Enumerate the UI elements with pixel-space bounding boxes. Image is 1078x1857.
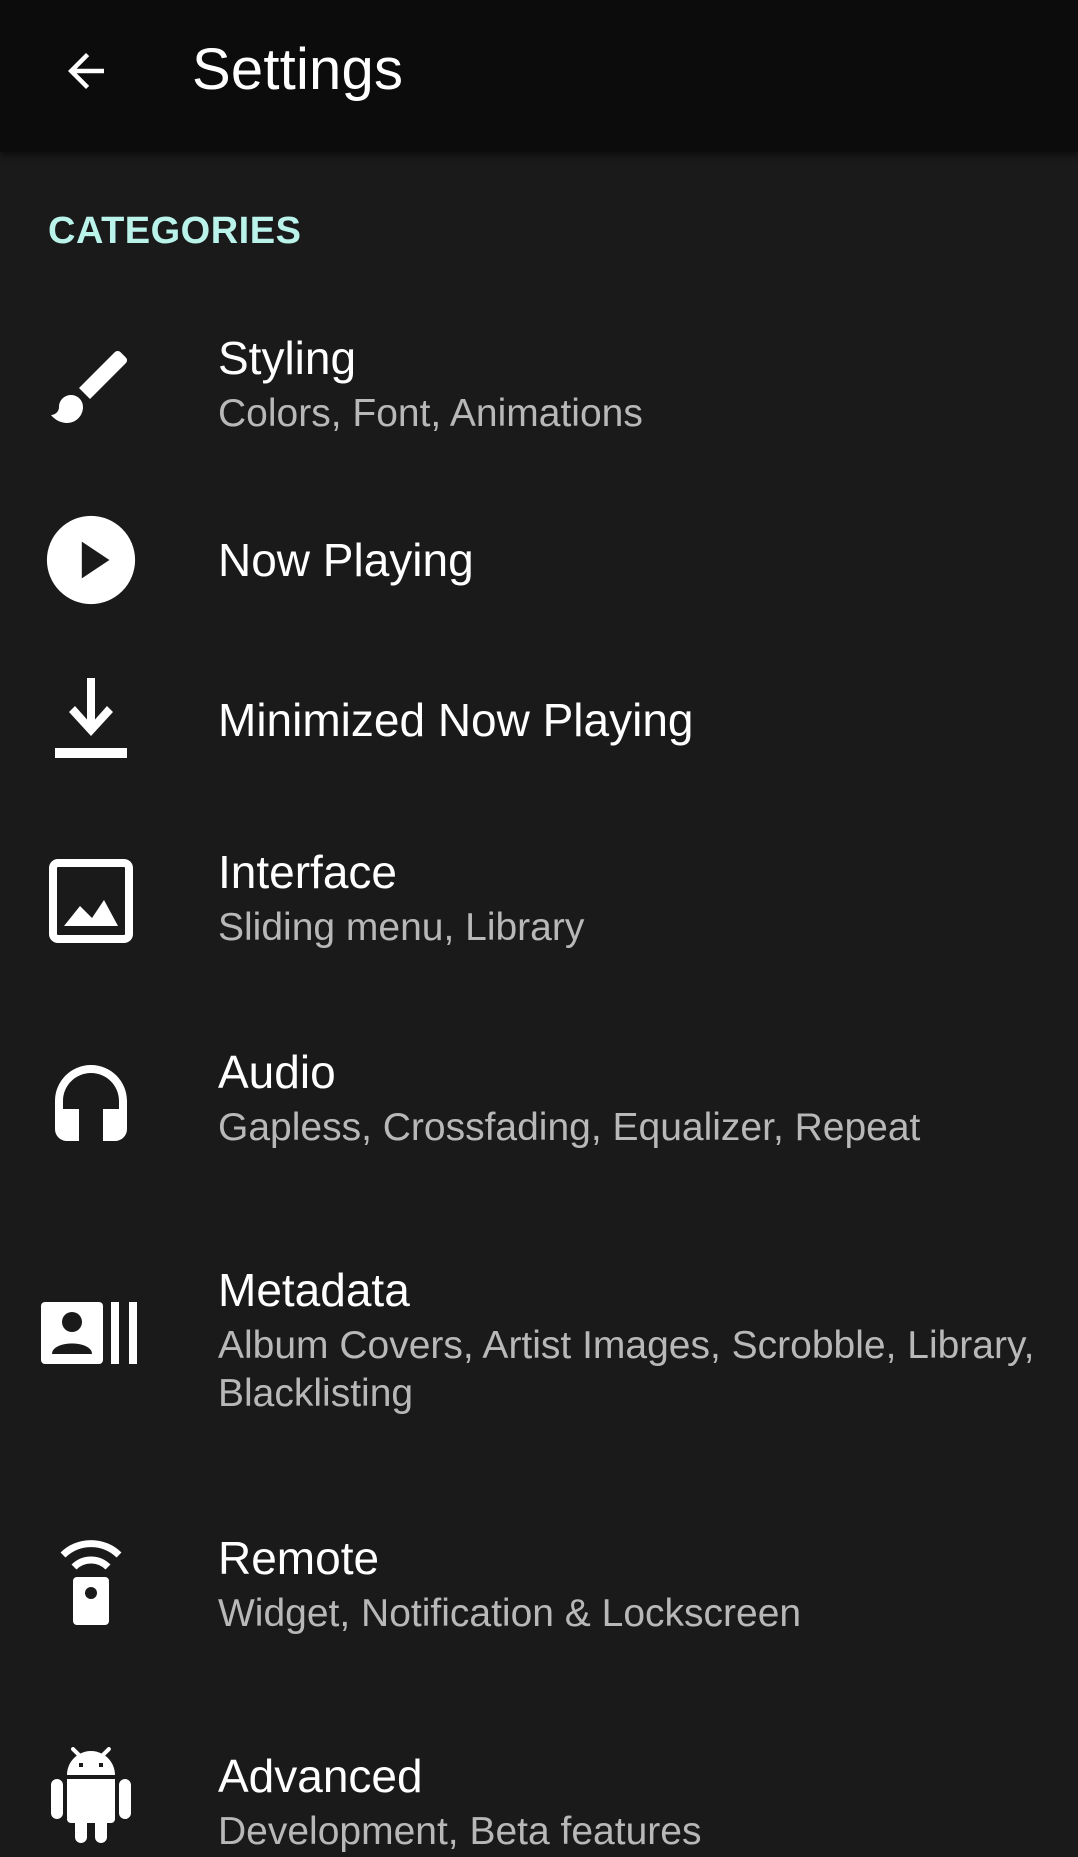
- settings-item-minimized-now-playing[interactable]: Minimized Now Playing: [0, 640, 1078, 800]
- download-icon: [36, 665, 146, 775]
- settings-item-summary: Development, Beta features: [218, 1810, 702, 1853]
- settings-item-audio[interactable]: Audio Gapless, Crossfading, Equalizer, R…: [0, 1000, 1078, 1218]
- settings-item-now-playing[interactable]: Now Playing: [0, 480, 1078, 640]
- play-circle-icon: [36, 505, 146, 615]
- app-bar: Settings: [0, 0, 1078, 152]
- brush-icon: [36, 332, 146, 442]
- settings-item-summary: Colors, Font, Animations: [218, 392, 643, 435]
- settings-item-title: Styling: [218, 332, 357, 384]
- settings-item-title: Now Playing: [218, 534, 474, 586]
- settings-item-styling[interactable]: Styling Colors, Font, Animations: [0, 296, 1078, 480]
- settings-item-title: Advanced: [218, 1750, 423, 1802]
- settings-item-metadata[interactable]: Metadata Album Covers, Artist Images, Sc…: [0, 1218, 1078, 1486]
- settings-item-title: Remote: [218, 1532, 380, 1584]
- settings-item-interface[interactable]: Interface Sliding menu, Library: [0, 800, 1078, 1000]
- settings-item-advanced[interactable]: Advanced Development, Beta features: [0, 1704, 1078, 1857]
- settings-item-summary: Album Covers, Artist Images, Scrobble, L…: [218, 1324, 1035, 1415]
- settings-item-summary: Gapless, Crossfading, Equalizer, Repeat: [218, 1106, 921, 1149]
- settings-item-summary: Widget, Notification & Lockscreen: [218, 1592, 802, 1635]
- image-icon: [36, 846, 146, 956]
- page-title: Settings: [192, 37, 404, 102]
- settings-item-title: Audio: [218, 1046, 336, 1098]
- remote-icon: [36, 1524, 146, 1634]
- android-icon: [36, 1740, 146, 1850]
- headphones-icon: [36, 1054, 146, 1164]
- settings-item-remote[interactable]: Remote Widget, Notification & Lockscreen: [0, 1486, 1078, 1704]
- settings-item-summary: Sliding menu, Library: [218, 906, 585, 949]
- back-button[interactable]: [44, 29, 128, 113]
- contacts-library-icon: [36, 1278, 146, 1388]
- settings-item-title: Metadata: [218, 1264, 410, 1316]
- settings-item-title: Minimized Now Playing: [218, 694, 694, 746]
- settings-item-title: Interface: [218, 846, 397, 898]
- arrow-back-icon: [68, 53, 104, 89]
- section-header-categories: CATEGORIES: [48, 210, 302, 252]
- settings-list: CATEGORIES Styling Colors, Font, Animati…: [0, 152, 1078, 1857]
